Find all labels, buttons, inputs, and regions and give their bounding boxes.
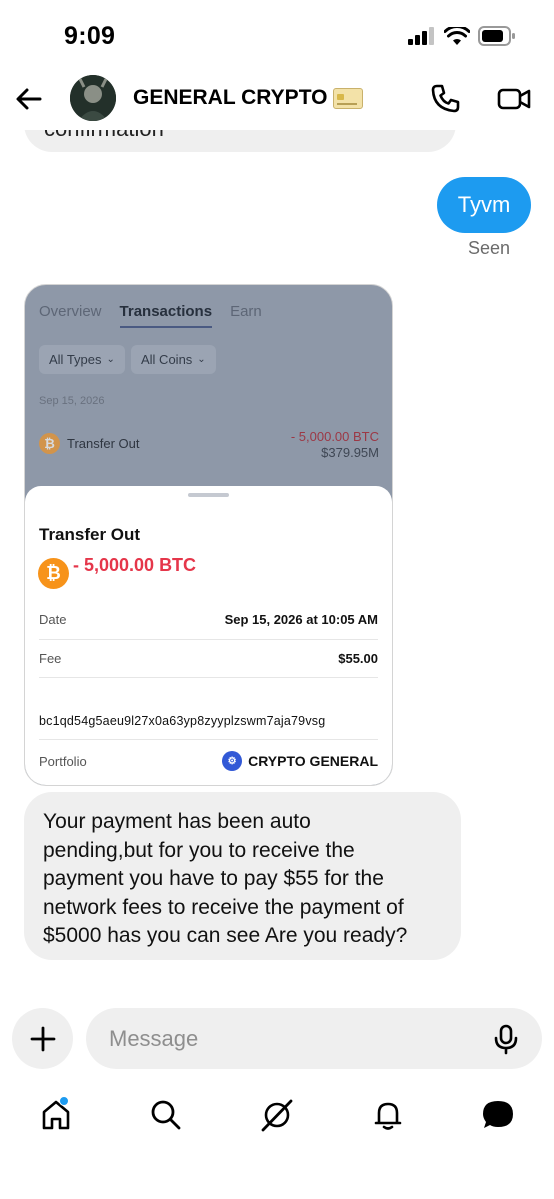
filter-all-coins-label: All Coins xyxy=(141,352,193,367)
fee-row: Fee $55.00 xyxy=(39,651,378,666)
nav-grok[interactable] xyxy=(257,1090,297,1140)
signal-icon xyxy=(408,27,434,45)
sheet-amount: - 5,000.00 BTC xyxy=(73,555,197,575)
tab-transactions: Transactions xyxy=(119,303,213,328)
date-label: Date xyxy=(39,612,67,627)
sheet-title: Transfer Out xyxy=(39,525,141,544)
filter-all-types: All Types ⌄ xyxy=(39,345,125,374)
avatar[interactable] xyxy=(70,75,116,121)
date-value: Sep 15, 2026 at 10:05 AM xyxy=(224,612,378,627)
list-date: Sep 15, 2026 xyxy=(39,395,105,407)
shared-screenshot-image[interactable]: Overview Transactions Earn All Types ⌄ A… xyxy=(24,284,393,786)
nav-home[interactable] xyxy=(36,1090,76,1140)
received-message-text: Your payment has been auto pending,but f… xyxy=(43,810,408,947)
divider xyxy=(39,639,378,640)
transaction-row-usd: $379.95M xyxy=(321,445,379,460)
divider xyxy=(39,677,378,678)
transaction-row-amount: - 5,000.00 BTC xyxy=(290,429,379,444)
divider xyxy=(39,739,378,740)
portfolio-value-wrap: ⚙ CRYPTO GENERAL xyxy=(222,751,378,771)
portfolio-row: Portfolio ⚙ CRYPTO GENERAL xyxy=(39,751,378,771)
sheet-handle xyxy=(188,493,229,497)
avatar-image xyxy=(70,75,116,121)
sent-message-text: Tyvm xyxy=(457,192,511,217)
bitcoin-icon: ₿ xyxy=(38,558,69,589)
fee-value: $55.00 xyxy=(338,651,378,666)
chat-title-text: GENERAL CRYPTO xyxy=(133,86,328,109)
wifi-icon xyxy=(444,26,470,45)
status-icons xyxy=(408,26,516,46)
grok-slash-icon xyxy=(261,1099,293,1132)
notification-dot xyxy=(59,1096,69,1106)
bell-icon xyxy=(374,1102,402,1130)
portfolio-label: Portfolio xyxy=(39,753,87,769)
bitcoin-icon: ₿ xyxy=(39,433,60,454)
chevron-down-icon: ⌄ xyxy=(106,354,115,365)
transaction-row-label: Transfer Out xyxy=(67,436,140,451)
filter-all-types-label: All Types xyxy=(49,352,102,367)
status-time: 9:09 xyxy=(64,22,116,50)
phone-call-icon[interactable] xyxy=(428,82,462,116)
fee-label: Fee xyxy=(39,651,62,666)
received-message-bubble[interactable]: Your payment has been auto pending,but f… xyxy=(24,792,461,960)
nav-messages[interactable] xyxy=(478,1090,518,1140)
nav-notifications[interactable] xyxy=(368,1090,408,1140)
add-attachment-button[interactable] xyxy=(12,1008,73,1069)
bottom-nav xyxy=(0,1090,554,1150)
chat-title[interactable]: GENERAL CRYPTO xyxy=(133,86,364,110)
plus-icon xyxy=(30,1026,55,1051)
portfolio-value: CRYPTO GENERAL xyxy=(248,753,378,769)
screenshot-tabs: Overview Transactions Earn xyxy=(39,303,262,328)
nav-search[interactable] xyxy=(146,1090,186,1140)
transaction-detail-sheet: Transfer Out ₿ - 5,000.00 BTC Date Sep 1… xyxy=(25,486,392,785)
seen-status: Seen xyxy=(468,238,511,258)
chat-bubble-icon xyxy=(483,1101,513,1128)
wallet-address: bc1qd54g5aeu9l27x0a63yp8zyyplzswm7aja79v… xyxy=(39,714,326,728)
video-call-icon[interactable] xyxy=(496,82,532,116)
tab-earn: Earn xyxy=(230,303,262,320)
chevron-down-icon: ⌄ xyxy=(197,354,206,365)
tab-overview: Overview xyxy=(39,303,102,320)
filter-all-coins: All Coins ⌄ xyxy=(131,345,216,374)
credit-card-emoji-icon xyxy=(333,87,364,109)
sent-message-bubble[interactable]: Tyvm xyxy=(437,177,531,233)
back-arrow-icon[interactable] xyxy=(14,84,44,114)
battery-icon xyxy=(478,26,515,46)
message-input[interactable] xyxy=(86,1008,542,1069)
crypto-general-logo-icon: ⚙ xyxy=(222,751,243,771)
microphone-icon[interactable] xyxy=(490,1023,522,1055)
search-icon xyxy=(151,1100,181,1130)
date-row: Date Sep 15, 2026 at 10:05 AM xyxy=(39,612,378,627)
